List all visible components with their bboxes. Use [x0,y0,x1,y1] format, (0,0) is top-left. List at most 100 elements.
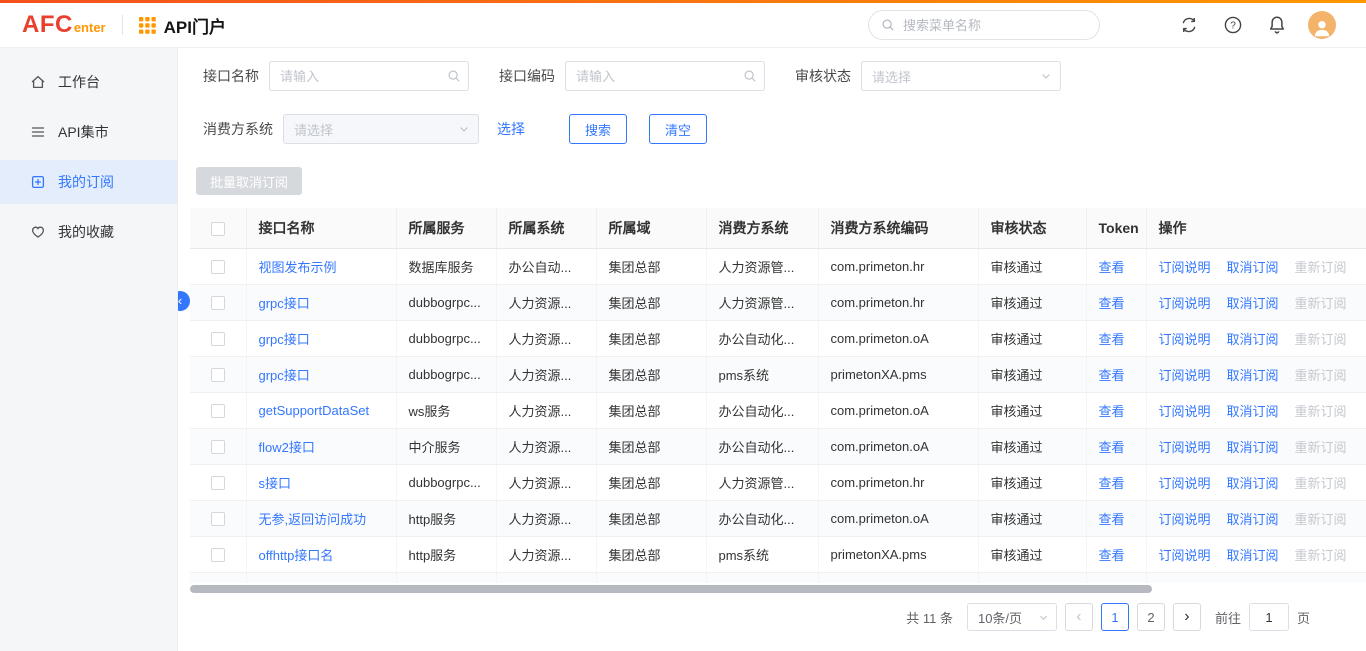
consumer-system-select[interactable]: 请选择 [283,114,479,144]
token-view-link[interactable]: 查看 [1099,404,1125,419]
menu-search-input[interactable] [903,18,1087,33]
cell-consumer-code: com.primeton.oA [818,500,978,536]
menu-search[interactable] [868,10,1100,40]
api-name-input[interactable] [269,61,469,91]
unsubscribe-link[interactable]: 取消订阅 [1227,296,1279,311]
goto-page-input[interactable] [1249,603,1289,631]
api-name-link[interactable]: grpc接口 [259,368,310,383]
cell-consumer: 人力资源管... [706,284,818,320]
subscribe-note-link[interactable]: 订阅说明 [1159,404,1211,419]
select-all-checkbox[interactable] [211,222,225,236]
unsubscribe-link[interactable]: 取消订阅 [1227,512,1279,527]
resubscribe-link[interactable]: 重新订阅 [1295,512,1347,527]
next-page-button[interactable]: › [1173,603,1201,631]
row-checkbox[interactable] [211,368,225,382]
sidebar-item-my-subscriptions[interactable]: 我的订阅 [0,160,177,204]
unsubscribe-link[interactable]: 取消订阅 [1227,440,1279,455]
bell-icon[interactable] [1264,12,1290,38]
subscribe-note-link[interactable]: 订阅说明 [1159,332,1211,347]
subscribe-note-link[interactable]: 订阅说明 [1159,260,1211,275]
token-view-link[interactable]: 查看 [1099,512,1125,527]
api-name-link[interactable]: grpc接口 [259,332,310,347]
subscribe-icon [30,174,46,190]
unsubscribe-link[interactable]: 取消订阅 [1227,548,1279,563]
token-view-link[interactable]: 查看 [1099,548,1125,563]
cell-system: pms系统 [496,572,596,583]
subscribe-note-link[interactable]: 订阅说明 [1159,548,1211,563]
select-placeholder: 请选择 [294,120,333,139]
resubscribe-link[interactable]: 重新订阅 [1295,440,1347,455]
unsubscribe-link[interactable]: 取消订阅 [1227,332,1279,347]
sync-icon[interactable] [1176,12,1202,38]
token-view-link[interactable]: 查看 [1099,476,1125,491]
sidebar-item-api-market[interactable]: API集市 [0,110,177,154]
token-view-link[interactable]: 查看 [1099,296,1125,311]
page-button-1[interactable]: 1 [1101,603,1129,631]
cell-consumer-code: com.primeton.hr [818,248,978,284]
cell-consumer: pms系统 [706,536,818,572]
column-header: 消费方系统 [706,208,818,248]
resubscribe-link[interactable]: 重新订阅 [1295,260,1347,275]
unsubscribe-link[interactable]: 取消订阅 [1227,260,1279,275]
batch-unsubscribe-button[interactable]: 批量取消订阅 [196,167,302,195]
subscribe-note-link[interactable]: 订阅说明 [1159,512,1211,527]
resubscribe-link[interactable]: 重新订阅 [1295,332,1347,347]
cell-domain: 集团总部 [596,464,706,500]
api-name-link[interactable]: s接口 [259,476,292,491]
logo[interactable]: AFCenter [22,11,106,39]
row-checkbox[interactable] [211,296,225,310]
unsubscribe-link[interactable]: 取消订阅 [1227,404,1279,419]
api-name-link[interactable]: getSupportDataSet [259,403,370,418]
token-view-link[interactable]: 查看 [1099,332,1125,347]
unsubscribe-link[interactable]: 取消订阅 [1227,368,1279,383]
resubscribe-link[interactable]: 重新订阅 [1295,476,1347,491]
cell-service: dubbogrpc... [396,320,496,356]
subscribe-note-link[interactable]: 订阅说明 [1159,476,1211,491]
row-checkbox[interactable] [211,332,225,346]
cell-system: 人力资源... [496,464,596,500]
filter-panel: 接口名称 接口编码 审核状态 [190,60,1366,145]
page-button-2[interactable]: 2 [1137,603,1165,631]
resubscribe-link[interactable]: 重新订阅 [1295,404,1347,419]
api-name-link[interactable]: offhttp接口名 [259,548,334,563]
token-view-link[interactable]: 查看 [1099,440,1125,455]
api-name-link[interactable]: 视图发布示例 [259,260,337,275]
api-name-link[interactable]: flow2接口 [259,440,315,455]
resubscribe-link[interactable]: 重新订阅 [1295,368,1347,383]
api-name-link[interactable]: grpc接口 [259,296,310,311]
column-header: 接口名称 [246,208,396,248]
row-checkbox[interactable] [211,260,225,274]
subscribe-note-link[interactable]: 订阅说明 [1159,296,1211,311]
svg-text:?: ? [1230,21,1236,32]
resubscribe-link[interactable]: 重新订阅 [1295,296,1347,311]
token-view-link[interactable]: 查看 [1099,368,1125,383]
search-button[interactable]: 搜索 [569,114,627,144]
page-size-select[interactable]: 10条/页 [967,603,1057,631]
row-checkbox[interactable] [211,440,225,454]
resubscribe-link[interactable]: 重新订阅 [1295,548,1347,563]
row-checkbox[interactable] [211,476,225,490]
cell-consumer: 人力资源管... [706,464,818,500]
row-checkbox[interactable] [211,512,225,526]
cell-system: 人力资源... [496,536,596,572]
sidebar-collapse-toggle[interactable]: ‹ [178,291,190,311]
choose-link[interactable]: 选择 [497,119,525,139]
token-view-link[interactable]: 查看 [1099,260,1125,275]
row-checkbox[interactable] [211,548,225,562]
subscribe-note-link[interactable]: 订阅说明 [1159,368,1211,383]
horizontal-scrollbar-thumb[interactable] [190,585,1152,593]
sidebar-item-workbench[interactable]: 工作台 [0,60,177,104]
subscribe-note-link[interactable]: 订阅说明 [1159,440,1211,455]
unsubscribe-link[interactable]: 取消订阅 [1227,476,1279,491]
prev-page-button[interactable]: ‹ [1065,603,1093,631]
filter-consumer-system: 消费方系统 请选择 [203,114,479,144]
avatar[interactable] [1308,11,1336,39]
api-name-link[interactable]: 无参,返回访问成功 [259,512,367,527]
api-name-label: 接口名称 [203,66,259,86]
help-icon[interactable]: ? [1220,12,1246,38]
clear-button[interactable]: 清空 [649,114,707,144]
audit-status-select[interactable]: 请选择 [861,61,1061,91]
api-code-input[interactable] [565,61,765,91]
row-checkbox[interactable] [211,404,225,418]
sidebar-item-my-favorites[interactable]: 我的收藏 [0,210,177,254]
